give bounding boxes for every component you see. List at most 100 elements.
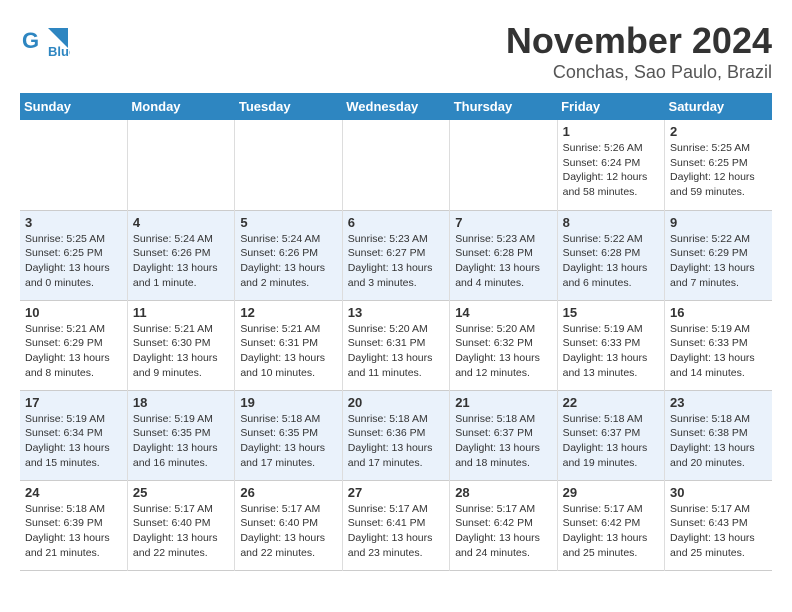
day-number: 7	[455, 215, 551, 230]
weekday-header-friday: Friday	[557, 93, 664, 120]
day-cell-16: 16Sunrise: 5:19 AMSunset: 6:33 PMDayligh…	[665, 300, 772, 390]
day-info: Sunrise: 5:24 AMSunset: 6:26 PMDaylight:…	[240, 232, 336, 291]
day-info: Sunrise: 5:24 AMSunset: 6:26 PMDaylight:…	[133, 232, 229, 291]
day-number: 25	[133, 485, 229, 500]
day-cell-10: 10 Sunrise: 5:21 AMSunset: 6:29 PMDayligh…	[20, 300, 127, 390]
day-cell-5: 5 Sunrise: 5:24 AMSunset: 6:26 PMDaylight…	[235, 210, 342, 300]
day-info: Sunrise: 5:22 AMSunset: 6:29 PMDaylight:…	[670, 232, 767, 291]
weekday-header-sunday: Sunday	[20, 93, 127, 120]
day-cell-12: 12Sunrise: 5:21 AMSunset: 6:31 PMDayligh…	[235, 300, 342, 390]
empty-cell	[20, 120, 127, 210]
day-info: Sunrise: 5:18 AMSunset: 6:35 PMDaylight:…	[240, 412, 336, 471]
week-row-1: 1Sunrise: 5:26 AMSunset: 6:24 PMDaylight…	[20, 120, 772, 210]
day-number: 23	[670, 395, 767, 410]
day-cell-22: 22 Sunrise: 5:18 AMSunset: 6:37 PMDayligh…	[557, 390, 664, 480]
day-cell-27: 27 Sunrise: 5:17 AMSunset: 6:41 PMDayligh…	[342, 480, 449, 570]
day-cell-6: 6 Sunrise: 5:23 AMSunset: 6:27 PMDaylight…	[342, 210, 449, 300]
day-cell-20: 20Sunrise: 5:18 AMSunset: 6:36 PMDayligh…	[342, 390, 449, 480]
day-number: 21	[455, 395, 551, 410]
day-info: Sunrise: 5:21 AMSunset: 6:30 PMDaylight:…	[133, 322, 229, 381]
day-number: 11	[133, 305, 229, 320]
day-info: Sunrise: 5:19 AMSunset: 6:34 PMDaylight:…	[25, 412, 122, 471]
day-info: Sunrise: 5:20 AMSunset: 6:31 PMDaylight:…	[348, 322, 444, 381]
day-cell-2: 2 Sunrise: 5:25 AMSunset: 6:25 PMDaylight…	[665, 120, 772, 210]
day-number: 8	[563, 215, 659, 230]
day-number: 17	[25, 395, 122, 410]
day-cell-7: 7 Sunrise: 5:23 AMSunset: 6:28 PMDaylight…	[450, 210, 557, 300]
day-number: 30	[670, 485, 767, 500]
day-info: Sunrise: 5:23 AMSunset: 6:27 PMDaylight:…	[348, 232, 444, 291]
weekday-header-monday: Monday	[127, 93, 234, 120]
day-number: 26	[240, 485, 336, 500]
location-title: Conchas, Sao Paulo, Brazil	[506, 62, 772, 83]
day-info: Sunrise: 5:18 AMSunset: 6:37 PMDaylight:…	[455, 412, 551, 471]
day-number: 4	[133, 215, 229, 230]
page-container: G Blue November 2024 Conchas, Sao Paulo,…	[20, 20, 772, 571]
day-cell-18: 18 Sunrise: 5:19 AMSunset: 6:35 PMDayligh…	[127, 390, 234, 480]
day-cell-25: 25 Sunrise: 5:17 AMSunset: 6:40 PMDayligh…	[127, 480, 234, 570]
day-info: Sunrise: 5:23 AMSunset: 6:28 PMDaylight:…	[455, 232, 551, 291]
day-number: 19	[240, 395, 336, 410]
weekday-header-thursday: Thursday	[450, 93, 557, 120]
day-number: 27	[348, 485, 444, 500]
day-number: 3	[25, 215, 122, 230]
day-cell-17: 17 Sunrise: 5:19 AMSunset: 6:34 PMDayligh…	[20, 390, 127, 480]
week-row-5: 24 Sunrise: 5:18 AMSunset: 6:39 PMDayligh…	[20, 480, 772, 570]
week-row-4: 17 Sunrise: 5:19 AMSunset: 6:34 PMDayligh…	[20, 390, 772, 480]
day-info: Sunrise: 5:17 AMSunset: 6:40 PMDaylight:…	[240, 502, 336, 561]
svg-text:G: G	[22, 28, 39, 53]
day-cell-24: 24 Sunrise: 5:18 AMSunset: 6:39 PMDayligh…	[20, 480, 127, 570]
day-info: Sunrise: 5:25 AMSunset: 6:25 PMDaylight:…	[25, 232, 122, 291]
day-info: Sunrise: 5:17 AMSunset: 6:43 PMDaylight:…	[670, 502, 767, 561]
day-info: Sunrise: 5:22 AMSunset: 6:28 PMDaylight:…	[563, 232, 659, 291]
day-number: 18	[133, 395, 229, 410]
day-info: Sunrise: 5:18 AMSunset: 6:36 PMDaylight:…	[348, 412, 444, 471]
day-info: Sunrise: 5:18 AMSunset: 6:38 PMDaylight:…	[670, 412, 767, 471]
day-info: Sunrise: 5:21 AMSunset: 6:31 PMDaylight:…	[240, 322, 336, 381]
day-number: 1	[563, 124, 659, 139]
day-number: 9	[670, 215, 767, 230]
day-number: 13	[348, 305, 444, 320]
empty-cell	[450, 120, 557, 210]
week-row-2: 3 Sunrise: 5:25 AMSunset: 6:25 PMDaylight…	[20, 210, 772, 300]
day-number: 24	[25, 485, 122, 500]
day-info: Sunrise: 5:18 AMSunset: 6:37 PMDaylight:…	[563, 412, 659, 471]
day-info: Sunrise: 5:20 AMSunset: 6:32 PMDaylight:…	[455, 322, 551, 381]
day-info: Sunrise: 5:25 AMSunset: 6:25 PMDaylight:…	[670, 141, 767, 200]
month-title: November 2024	[506, 20, 772, 62]
weekday-header-wednesday: Wednesday	[342, 93, 449, 120]
day-number: 14	[455, 305, 551, 320]
day-info: Sunrise: 5:17 AMSunset: 6:41 PMDaylight:…	[348, 502, 444, 561]
weekday-header-tuesday: Tuesday	[235, 93, 342, 120]
day-cell-13: 13 Sunrise: 5:20 AMSunset: 6:31 PMDayligh…	[342, 300, 449, 390]
day-info: Sunrise: 5:19 AMSunset: 6:33 PMDaylight:…	[563, 322, 659, 381]
day-cell-28: 28Sunrise: 5:17 AMSunset: 6:42 PMDayligh…	[450, 480, 557, 570]
day-number: 6	[348, 215, 444, 230]
empty-cell	[127, 120, 234, 210]
day-number: 10	[25, 305, 122, 320]
day-cell-29: 29 Sunrise: 5:17 AMSunset: 6:42 PMDayligh…	[557, 480, 664, 570]
day-cell-19: 19 Sunrise: 5:18 AMSunset: 6:35 PMDayligh…	[235, 390, 342, 480]
day-number: 5	[240, 215, 336, 230]
day-cell-4: 4 Sunrise: 5:24 AMSunset: 6:26 PMDaylight…	[127, 210, 234, 300]
day-cell-8: 8 Sunrise: 5:22 AMSunset: 6:28 PMDaylight…	[557, 210, 664, 300]
week-row-3: 10 Sunrise: 5:21 AMSunset: 6:29 PMDayligh…	[20, 300, 772, 390]
day-cell-15: 15Sunrise: 5:19 AMSunset: 6:33 PMDayligh…	[557, 300, 664, 390]
day-number: 29	[563, 485, 659, 500]
calendar-table: SundayMondayTuesdayWednesdayThursdayFrid…	[20, 93, 772, 571]
day-info: Sunrise: 5:18 AMSunset: 6:39 PMDaylight:…	[25, 502, 122, 561]
day-info: Sunrise: 5:19 AMSunset: 6:35 PMDaylight:…	[133, 412, 229, 471]
empty-cell	[342, 120, 449, 210]
day-info: Sunrise: 5:19 AMSunset: 6:33 PMDaylight:…	[670, 322, 767, 381]
day-cell-9: 9 Sunrise: 5:22 AMSunset: 6:29 PMDaylight…	[665, 210, 772, 300]
weekday-header-row: SundayMondayTuesdayWednesdayThursdayFrid…	[20, 93, 772, 120]
day-number: 2	[670, 124, 767, 139]
day-info: Sunrise: 5:21 AMSunset: 6:29 PMDaylight:…	[25, 322, 122, 381]
day-cell-21: 21 Sunrise: 5:18 AMSunset: 6:37 PMDayligh…	[450, 390, 557, 480]
logo-icon: G Blue	[20, 20, 70, 60]
day-info: Sunrise: 5:17 AMSunset: 6:40 PMDaylight:…	[133, 502, 229, 561]
day-cell-1: 1Sunrise: 5:26 AMSunset: 6:24 PMDaylight…	[557, 120, 664, 210]
day-number: 22	[563, 395, 659, 410]
day-info: Sunrise: 5:17 AMSunset: 6:42 PMDaylight:…	[563, 502, 659, 561]
day-cell-3: 3 Sunrise: 5:25 AMSunset: 6:25 PMDaylight…	[20, 210, 127, 300]
